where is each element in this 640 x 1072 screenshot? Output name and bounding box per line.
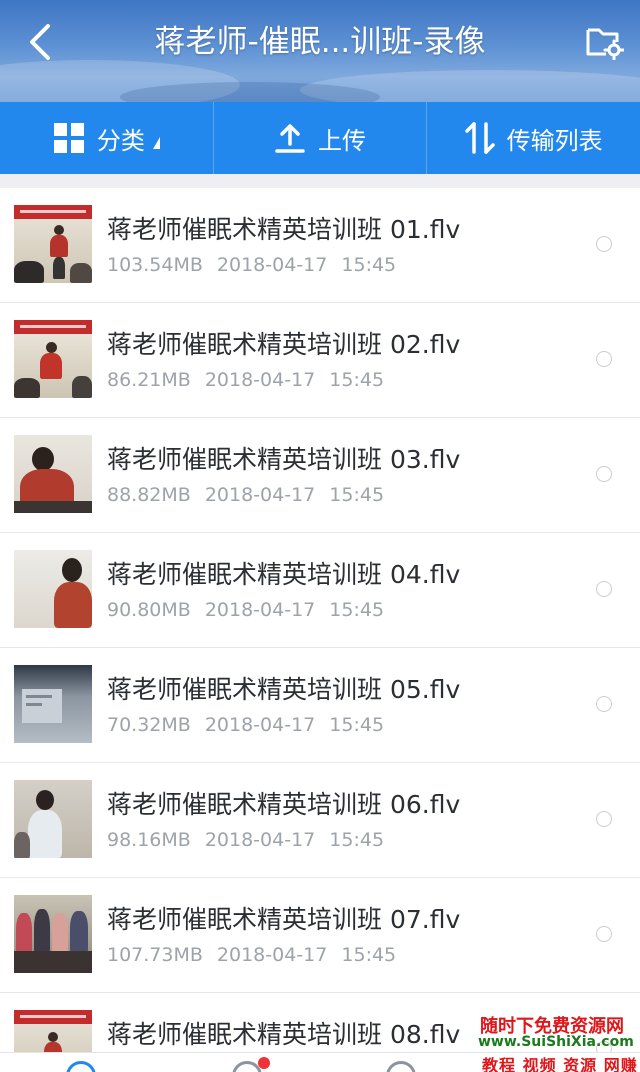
category-label: 分类 [96, 126, 145, 155]
category-button[interactable]: 分类 [0, 102, 213, 174]
file-meta: 70.32MB 2018-04-17 15:45 [107, 714, 384, 736]
nav-discover-icon[interactable] [386, 1061, 416, 1072]
file-name: 蒋老师催眠术精英培训班 04.flv [107, 560, 461, 589]
file-name: 蒋老师催眠术精英培训班 01.flv [107, 215, 461, 244]
file-time: 15:45 [329, 599, 385, 621]
file-date: 2018-04-17 [216, 944, 328, 966]
notification-badge [258, 1057, 270, 1069]
watermark-line-3: 教程 视频 资源 网赚 [482, 1056, 638, 1072]
file-date: 2018-04-17 [204, 599, 316, 621]
transfer-list-button[interactable]: 传输列表 [426, 102, 640, 174]
file-name: 蒋老师催眠术精英培训班 06.flv [107, 790, 461, 819]
file-date: 2018-04-17 [204, 484, 316, 506]
file-date: 2018-04-17 [216, 254, 328, 276]
file-name: 蒋老师催眠术精英培训班 05.flv [107, 675, 461, 704]
file-row[interactable]: 蒋老师催眠术精英培训班 07.flv 107.73MB 2018-04-17 15… [0, 878, 640, 993]
file-time: 15:45 [329, 369, 385, 391]
video-thumbnail [14, 205, 92, 283]
select-radio[interactable] [596, 696, 612, 712]
header-bar: 蒋老师-催眠...训班-录像 [0, 0, 640, 102]
video-thumbnail [14, 895, 92, 973]
file-row[interactable]: 蒋老师催眠术精英培训班 02.flv 86.21MB 2018-04-17 15:… [0, 303, 640, 418]
video-thumbnail [14, 665, 92, 743]
file-name: 蒋老师催眠术精英培训班 08.flv [107, 1020, 461, 1049]
file-name: 蒋老师催眠术精英培训班 03.flv [107, 445, 461, 474]
action-toolbar: 分类 上传 传输列表 [0, 102, 640, 174]
file-row[interactable]: 蒋老师催眠术精英培训班 04.flv 90.80MB 2018-04-17 15:… [0, 533, 640, 648]
select-radio[interactable] [596, 236, 612, 252]
file-size: 88.82MB [107, 484, 191, 506]
file-name: 蒋老师催眠术精英培训班 02.flv [107, 330, 461, 359]
upload-button[interactable]: 上传 [212, 102, 427, 174]
file-size: 70.32MB [107, 714, 191, 736]
select-radio[interactable] [596, 581, 612, 597]
file-size: 107.73MB [107, 944, 203, 966]
file-time: 15:45 [341, 944, 397, 966]
transfer-arrows-icon [464, 121, 495, 155]
select-radio[interactable] [596, 926, 612, 942]
back-button[interactable] [24, 22, 60, 62]
file-row[interactable]: 蒋老师催眠术精英培训班 03.flv 88.82MB 2018-04-17 15:… [0, 418, 640, 533]
folder-settings-button[interactable] [584, 22, 625, 61]
file-time: 15:45 [329, 829, 385, 851]
file-name: 蒋老师催眠术精英培训班 07.flv [107, 905, 461, 934]
dropdown-triangle-icon [152, 137, 160, 149]
transfer-list-label: 传输列表 [506, 126, 603, 155]
file-list: 蒋老师催眠术精英培训班 01.flv 103.54MB 2018-04-17 15… [0, 188, 640, 1072]
file-meta: 88.82MB 2018-04-17 15:45 [107, 484, 384, 506]
file-date: 2018-04-17 [204, 829, 316, 851]
file-meta: 90.80MB 2018-04-17 15:45 [107, 599, 384, 621]
file-row[interactable]: 蒋老师催眠术精英培训班 05.flv 70.32MB 2018-04-17 15:… [0, 648, 640, 763]
file-row[interactable]: 蒋老师催眠术精英培训班 06.flv 98.16MB 2018-04-17 15:… [0, 763, 640, 878]
upload-label: 上传 [318, 126, 366, 155]
video-thumbnail [14, 435, 92, 513]
file-meta: 103.54MB 2018-04-17 15:45 [107, 254, 396, 276]
file-meta: 107.73MB 2018-04-17 15:45 [107, 944, 396, 966]
section-divider [0, 174, 640, 188]
folder-gear-icon [586, 28, 625, 61]
file-date: 2018-04-17 [204, 714, 316, 736]
grid-icon [53, 122, 85, 154]
select-radio[interactable] [596, 466, 612, 482]
select-radio[interactable] [596, 351, 612, 367]
video-thumbnail [14, 550, 92, 628]
page-title: 蒋老师-催眠...训班-录像 [154, 24, 486, 60]
file-meta: 98.16MB 2018-04-17 15:45 [107, 829, 384, 851]
file-time: 15:45 [329, 714, 385, 736]
video-thumbnail [14, 320, 92, 398]
video-thumbnail [14, 780, 92, 858]
file-time: 15:45 [329, 484, 385, 506]
chevron-left-icon [30, 24, 50, 60]
select-radio[interactable] [596, 811, 612, 827]
site-watermark: 随时下免费资源网 www.SuiShiXia.com 教程 视频 资源 网赚 [478, 1008, 640, 1072]
nav-files-icon[interactable] [66, 1061, 96, 1072]
file-size: 90.80MB [107, 599, 191, 621]
file-size: 103.54MB [107, 254, 203, 276]
file-size: 98.16MB [107, 829, 191, 851]
file-size: 86.21MB [107, 369, 191, 391]
file-meta: 86.21MB 2018-04-17 15:45 [107, 369, 384, 391]
file-date: 2018-04-17 [204, 369, 316, 391]
file-time: 15:45 [341, 254, 397, 276]
watermark-line-2: www.SuiShiXia.com [478, 1034, 634, 1050]
upload-icon [274, 122, 306, 154]
file-row[interactable]: 蒋老师催眠术精英培训班 01.flv 103.54MB 2018-04-17 15… [0, 188, 640, 303]
